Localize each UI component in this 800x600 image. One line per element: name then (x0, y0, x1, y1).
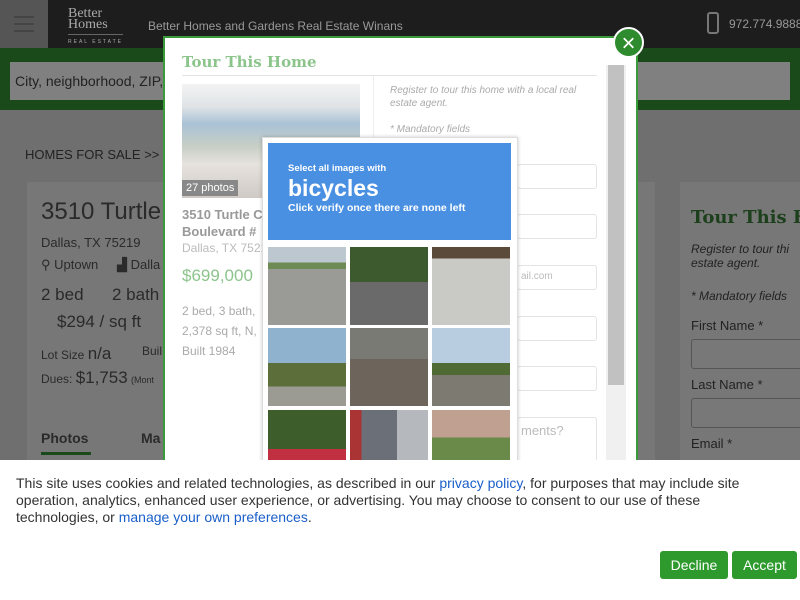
phone-link[interactable]: 972.774.9888 (729, 17, 800, 31)
privacy-policy-link[interactable]: privacy policy (439, 475, 522, 491)
cookie-banner: This site uses cookies and related techn… (0, 460, 800, 600)
manage-preferences-link[interactable]: manage your own preferences (119, 509, 308, 525)
tab-map[interactable]: Ma (141, 430, 160, 446)
email-input[interactable]: ail.com (517, 265, 597, 290)
last-name-input[interactable] (517, 214, 597, 239)
listing-title: 3510 Turtle (41, 198, 162, 225)
divider (182, 75, 597, 76)
date-input[interactable] (517, 366, 597, 391)
scrollbar-thumb[interactable] (608, 65, 624, 385)
cookie-text-part: . (307, 509, 312, 525)
school-icon: ▟ (117, 257, 131, 272)
address-line: Boulevard # (182, 224, 257, 239)
modal-address: 3510 Turtle C Boulevard # (182, 206, 263, 240)
logo-line: Homes (68, 17, 108, 32)
comments-input[interactable]: ments? (517, 417, 597, 462)
accept-button[interactable]: Accept (732, 551, 797, 579)
brand-name: Better Homes and Gardens Real Estate Win… (148, 19, 403, 33)
first-name-input[interactable] (517, 164, 597, 189)
logo-line: REAL ESTATE (68, 34, 123, 48)
modal-details: 2 bed, 3 bath, (182, 304, 256, 318)
cookie-text: This site uses cookies and related techn… (16, 475, 776, 526)
address-line: 3510 Turtle C (182, 207, 263, 222)
menu-button[interactable] (0, 0, 48, 48)
captcha-tile[interactable] (432, 247, 510, 325)
side-form-title: Tour This H (691, 207, 800, 228)
email-label: Email * (691, 436, 733, 451)
photo-count[interactable]: 27 photos (182, 180, 239, 196)
captcha-tile[interactable] (350, 247, 428, 325)
dues-value: $1,753 (75, 368, 128, 387)
first-name-label: First Name * (691, 318, 764, 333)
captcha-tile[interactable] (268, 247, 346, 325)
modal-title: Tour This Home (182, 53, 317, 71)
district: ▟ Dalla (117, 257, 160, 273)
dues-label: Dues: (41, 372, 73, 386)
district-label: Dalla (130, 257, 161, 272)
modal-mandatory: * Mandatory fields (390, 124, 471, 135)
listing-city: Dallas, TX 75219 (41, 235, 141, 250)
phone-icon (707, 12, 719, 34)
captcha-instruction: Select all images with (288, 163, 387, 174)
neighborhood-label: Uptown (54, 257, 99, 272)
baths: 2 bath (112, 285, 160, 304)
lot-value: n/a (87, 344, 112, 363)
built-label: Buil (142, 344, 163, 358)
captcha-challenge: Select all images with bicycles Click ve… (262, 137, 518, 488)
last-name-label: Last Name * (691, 377, 763, 392)
side-form-mandatory: * Mandatory fields (691, 289, 788, 303)
breadcrumb[interactable]: HOMES FOR SALE >> B (25, 147, 172, 162)
lot-label: Lot Size (41, 348, 85, 362)
dues-period: (Mont (131, 375, 155, 385)
dues: Dues: $1,753 (Mont (41, 368, 154, 388)
price-per-sqft: $294 / sq ft (57, 312, 142, 331)
tab-photos[interactable]: Photos (41, 430, 91, 455)
first-name-input[interactable] (691, 339, 800, 369)
decline-button[interactable]: Decline (660, 551, 728, 579)
captcha-tile[interactable] (432, 328, 510, 406)
phone-input[interactable] (517, 316, 597, 341)
captcha-header: Select all images with bicycles Click ve… (268, 143, 511, 240)
close-button[interactable]: × (613, 27, 644, 58)
modal-built: Built 1984 (182, 344, 236, 358)
modal-city: Dallas, TX 7521 (182, 241, 268, 255)
side-tour-form: Tour This H Register to tour thi estate … (680, 182, 800, 472)
modal-price: $699,000 (182, 266, 253, 285)
neighborhood: ⚲ Uptown (41, 257, 98, 273)
cookie-text-part: This site uses cookies and related techn… (16, 475, 440, 491)
modal-sqft: 2,378 sq ft, N, (182, 324, 257, 338)
captcha-tile[interactable] (268, 328, 346, 406)
logo[interactable]: Better Homes REAL ESTATE (68, 7, 123, 48)
last-name-input[interactable] (691, 398, 800, 428)
modal-intro: Register to tour this home with a local … (390, 85, 577, 109)
lot-size: Lot Size n/a (41, 344, 111, 364)
captcha-tile[interactable] (350, 328, 428, 406)
beds: 2 bed (41, 285, 84, 304)
side-form-intro: Register to tour thi estate agent. (691, 242, 790, 270)
captcha-subinstruction: Click verify once there are none left (288, 202, 466, 214)
captcha-target: bicycles (288, 175, 379, 201)
pin-icon: ⚲ (41, 257, 55, 272)
